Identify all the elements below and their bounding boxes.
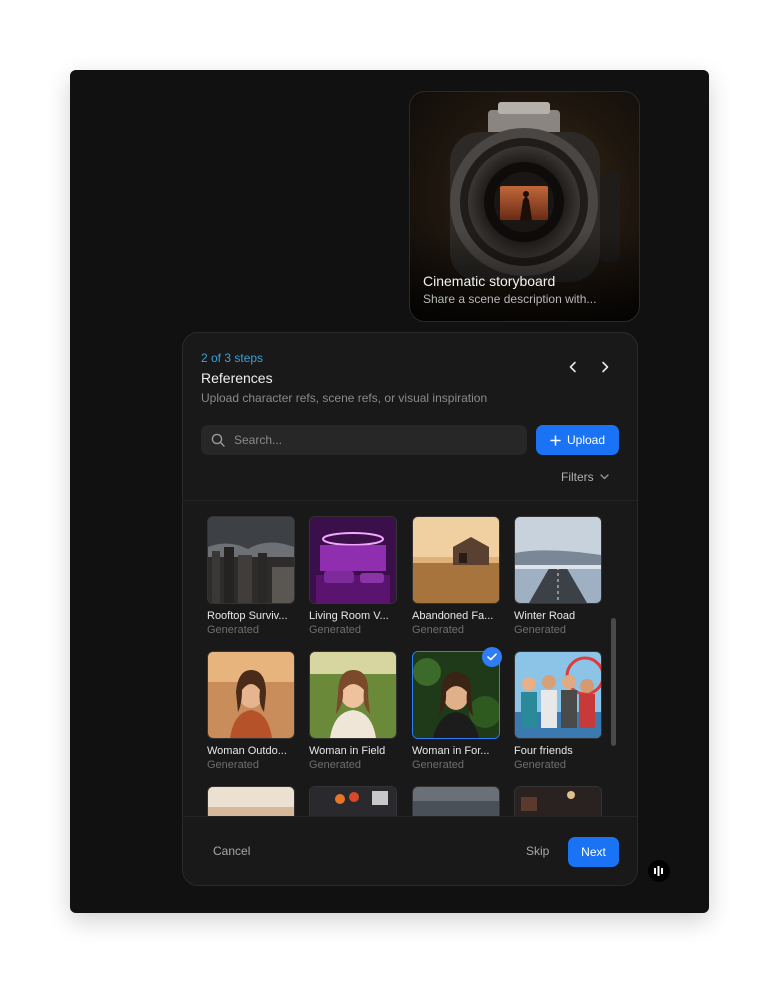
reference-tile[interactable] (412, 786, 500, 816)
reference-name: Winter Road (514, 610, 576, 622)
reference-tile[interactable] (207, 786, 295, 816)
reference-source: Generated (412, 759, 464, 771)
reference-name: Four friends (514, 745, 573, 757)
reference-source: Generated (309, 759, 361, 771)
reference-tile[interactable]: Four friends Generated (514, 651, 602, 771)
reference-thumbnail (514, 516, 602, 604)
reference-tile[interactable] (309, 786, 397, 816)
previous-button[interactable] (563, 357, 583, 377)
filters-dropdown[interactable]: Filters (561, 470, 609, 484)
grid-scrollbar[interactable] (611, 618, 616, 746)
reference-source: Generated (207, 624, 259, 636)
upload-button[interactable]: Upload (536, 425, 619, 455)
reference-tile[interactable] (514, 786, 602, 816)
reference-tile[interactable]: Woman Outdo... Generated (207, 651, 295, 771)
filters-label: Filters (561, 470, 594, 484)
upload-label: Upload (566, 433, 606, 447)
panel-title: References (201, 370, 273, 386)
reference-thumbnail (207, 516, 295, 604)
reference-name: Abandoned Fa... (412, 610, 494, 622)
reference-name: Living Room V... (309, 610, 389, 622)
panel-subtitle: Upload character refs, scene refs, or vi… (201, 391, 488, 405)
search-input[interactable] (232, 432, 506, 448)
reference-source: Generated (514, 759, 566, 771)
chevron-right-icon (602, 361, 609, 373)
reference-tile[interactable]: Woman in Field Generated (309, 651, 397, 771)
chevron-down-icon (600, 474, 609, 480)
reference-source: Generated (207, 759, 259, 771)
reference-thumbnail (412, 786, 500, 816)
template-card-description: Share a scene description with... (423, 292, 597, 306)
next-button[interactable]: Next (568, 837, 619, 867)
reference-name: Woman in Field (309, 745, 386, 757)
template-card-title: Cinematic storyboard (423, 273, 556, 289)
reference-source: Generated (309, 624, 361, 636)
app-stage: Cinematic storyboard Share a scene descr… (70, 70, 709, 913)
reference-tile[interactable]: Woman in For... Generated (412, 647, 502, 771)
reference-name: Woman Outdo... (207, 745, 287, 757)
reference-source: Generated (514, 624, 566, 636)
reference-tile[interactable]: Rooftop Surviv... Generated (207, 516, 295, 636)
search-icon (211, 433, 225, 447)
reference-name: Woman in For... (412, 745, 490, 757)
reference-thumbnail (309, 516, 397, 604)
step-indicator: 2 of 3 steps (201, 351, 264, 365)
reference-tile[interactable]: Abandoned Fa... Generated (412, 516, 500, 636)
reference-thumbnail (309, 786, 397, 816)
search-field[interactable] (201, 425, 527, 455)
reference-thumbnail (309, 651, 397, 739)
reference-tile[interactable]: Winter Road Generated (514, 516, 602, 636)
reference-thumbnail (412, 516, 500, 604)
cancel-button[interactable]: Cancel (213, 844, 250, 858)
brand-logo-icon[interactable] (648, 860, 670, 882)
reference-thumbnail (514, 786, 602, 816)
reference-name: Rooftop Surviv... (207, 610, 288, 622)
reference-thumbnail (514, 651, 602, 739)
skip-button[interactable]: Skip (526, 844, 549, 858)
reference-thumbnail (207, 786, 295, 816)
footer-divider (183, 816, 637, 817)
next-step-button[interactable] (595, 357, 615, 377)
reference-thumbnail (207, 651, 295, 739)
references-panel: 2 of 3 steps References Upload character… (182, 332, 638, 886)
template-card-cinematic[interactable]: Cinematic storyboard Share a scene descr… (409, 91, 640, 322)
reference-tile[interactable]: Living Room V... Generated (309, 516, 397, 636)
chevron-left-icon (569, 361, 576, 373)
reference-grid: Rooftop Surviv... Generated Living Room … (183, 501, 637, 816)
selected-check-icon (482, 647, 502, 667)
plus-icon (550, 434, 561, 446)
reference-source: Generated (412, 624, 464, 636)
